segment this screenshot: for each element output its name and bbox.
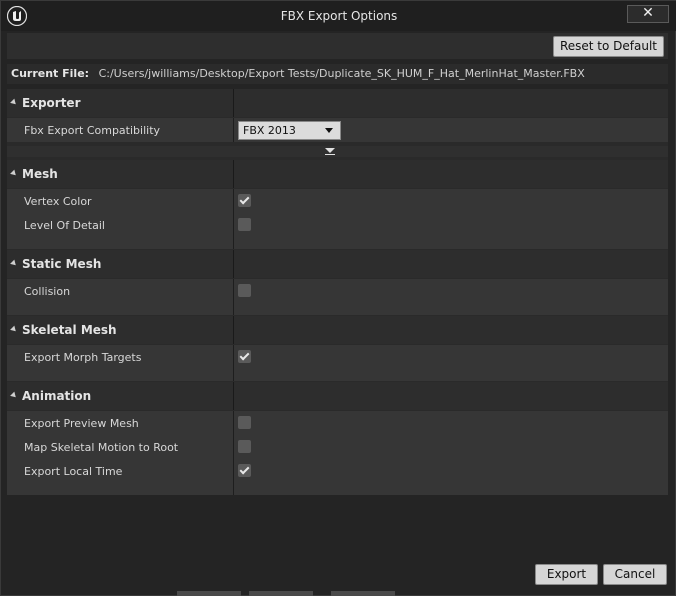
current-file-path: C:/Users/jwilliams/Desktop/Export Tests/… [98,67,585,80]
fbx-export-compatibility-label: Fbx Export Compatibility [24,124,161,137]
thumbnail [177,591,241,596]
category-title-exporter: Exporter [22,96,81,110]
expand-arrow-icon[interactable] [10,98,18,107]
export-button[interactable]: Export [535,564,598,585]
toolbar: Reset to Default [7,33,668,59]
expand-arrow-icon[interactable] [10,325,18,334]
row-fbx-export-compatibility: Fbx Export Compatibility FBX 2013 [7,118,668,142]
vertex-color-label: Vertex Color [24,195,92,208]
current-file-label: Current File: [11,67,90,80]
chevron-down-icon [325,128,333,133]
column-divider[interactable] [233,189,234,213]
category-static-mesh[interactable]: Static Mesh [7,250,668,278]
column-divider[interactable] [233,250,234,278]
level-of-detail-label: Level Of Detail [24,219,105,232]
thumbnail [249,591,313,596]
window-title: FBX Export Options [280,9,398,23]
row-collision: Collision [7,279,668,315]
category-title-skeletal-mesh: Skeletal Mesh [22,323,117,337]
fbx-export-compatibility-value: FBX 2013 [243,124,296,137]
category-title-mesh: Mesh [22,167,58,181]
reset-to-default-button[interactable]: Reset to Default [552,36,664,57]
expand-arrow-icon[interactable] [10,259,18,268]
column-divider[interactable] [233,411,234,435]
column-divider[interactable] [233,237,234,249]
section-padding [7,483,668,495]
export-local-time-label: Export Local Time [24,465,123,478]
vertex-color-checkbox[interactable] [238,194,251,207]
collision-checkbox[interactable] [238,284,251,297]
category-animation[interactable]: Animation [7,382,668,410]
export-morph-targets-label: Export Morph Targets [24,351,142,364]
expand-arrow-icon[interactable] [10,391,18,400]
column-divider[interactable] [233,160,234,188]
column-divider[interactable] [233,382,234,410]
current-file-bar: Current File: C:/Users/jwilliams/Desktop… [7,64,668,84]
export-local-time-checkbox[interactable] [238,464,251,477]
advanced-expand-icon [325,148,335,155]
background-thumbnails [1,591,676,596]
column-divider[interactable] [233,89,234,117]
row-vertex-color: Vertex Color [7,189,668,213]
column-divider[interactable] [233,345,234,381]
title-bar[interactable]: FBX Export Options ✕ [1,1,676,31]
details-panel: Exporter Fbx Export Compatibility FBX 20… [7,89,668,495]
export-morph-targets-checkbox[interactable] [238,350,251,363]
map-skeletal-motion-to-root-checkbox[interactable] [238,440,251,453]
column-divider[interactable] [233,118,234,142]
cancel-button[interactable]: Cancel [603,564,667,585]
category-skeletal-mesh[interactable]: Skeletal Mesh [7,316,668,344]
export-preview-mesh-label: Export Preview Mesh [24,417,139,430]
row-level-of-detail: Level Of Detail [7,213,668,237]
collision-label: Collision [24,285,71,298]
column-divider[interactable] [233,316,234,344]
fbx-export-compatibility-dropdown[interactable]: FBX 2013 [238,121,341,140]
row-map-skeletal-motion-to-root: Map Skeletal Motion to Root [7,435,668,459]
row-export-local-time: Export Local Time [7,459,668,483]
close-button[interactable]: ✕ [627,5,669,23]
map-skeletal-motion-to-root-label: Map Skeletal Motion to Root [24,441,179,454]
fbx-export-dialog: FBX Export Options ✕ Reset to Default Cu… [0,0,676,596]
row-export-preview-mesh: Export Preview Mesh [7,411,668,435]
column-divider[interactable] [233,483,234,495]
expand-arrow-icon[interactable] [10,169,18,178]
export-preview-mesh-checkbox[interactable] [238,416,251,429]
category-exporter[interactable]: Exporter [7,89,668,117]
column-divider[interactable] [233,279,234,315]
section-padding [7,237,668,249]
column-divider[interactable] [233,213,234,237]
level-of-detail-checkbox[interactable] [238,218,251,231]
advanced-options-toggle[interactable] [7,146,668,157]
category-title-animation: Animation [22,389,92,403]
row-export-morph-targets: Export Morph Targets [7,345,668,381]
category-mesh[interactable]: Mesh [7,160,668,188]
thumbnail [331,591,395,596]
column-divider[interactable] [233,435,234,459]
column-divider[interactable] [233,459,234,483]
category-title-static-mesh: Static Mesh [22,257,102,271]
